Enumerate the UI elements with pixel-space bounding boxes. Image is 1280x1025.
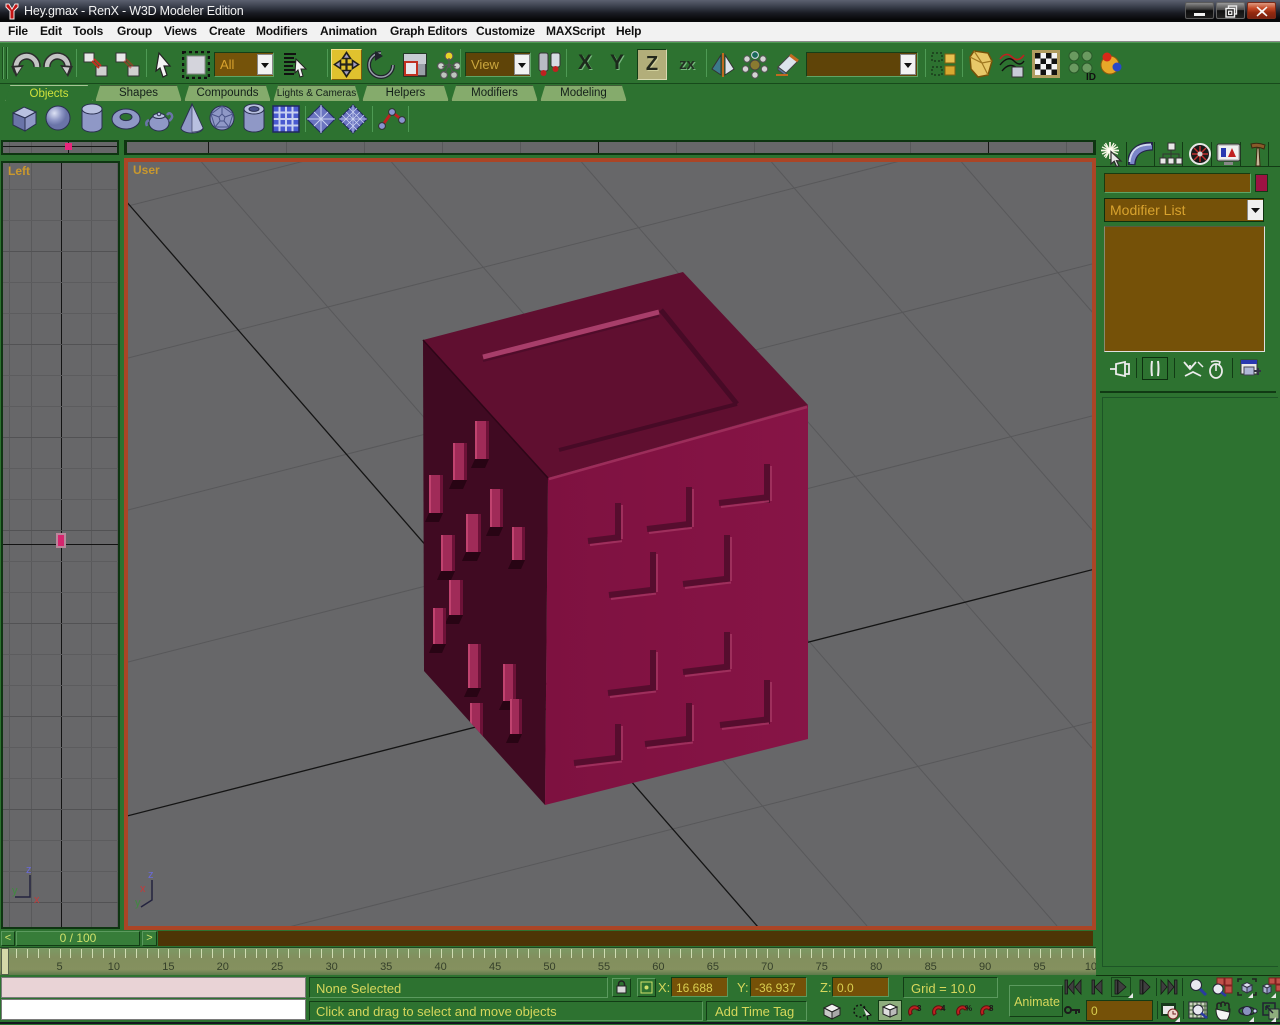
svg-text:x: x — [34, 894, 40, 906]
svg-text:ID: ID — [1086, 72, 1096, 81]
svg-text:8: 8 — [989, 1004, 994, 1013]
svg-text:y: y — [12, 885, 18, 897]
svg-text:y: y — [135, 897, 141, 909]
svg-text:3: 3 — [917, 1004, 922, 1013]
svg-text:%: % — [965, 1004, 972, 1013]
svg-text:z: z — [148, 869, 154, 881]
svg-text:x: x — [140, 883, 146, 895]
svg-text:4: 4 — [941, 1004, 946, 1013]
svg-text:z: z — [26, 864, 32, 876]
